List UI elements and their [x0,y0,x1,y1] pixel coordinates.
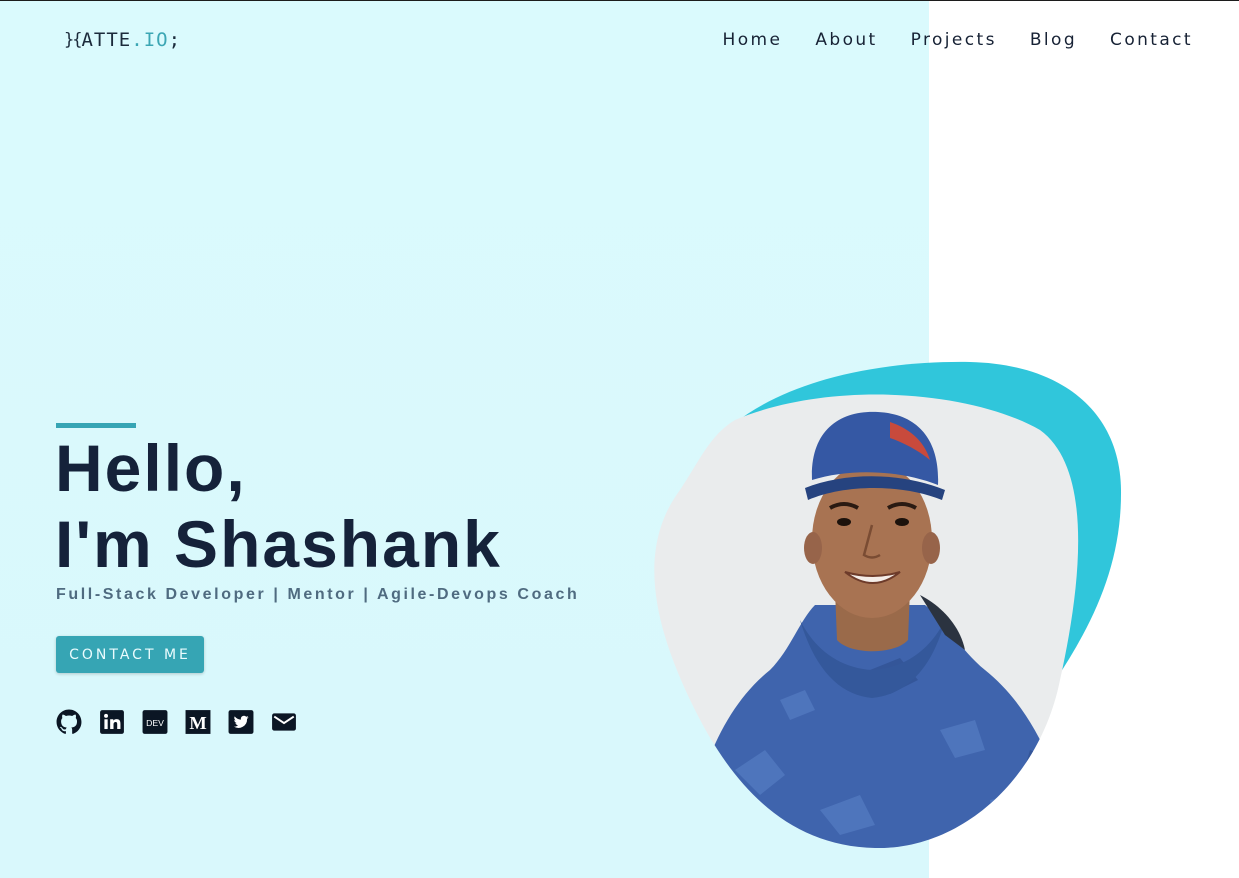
logo-semicolon: ; [168,29,182,51]
logo-dot: . [131,29,144,51]
nav-home[interactable]: Home [723,30,783,50]
hero-greeting: Hello, [55,431,247,505]
medium-icon[interactable]: M [185,709,211,735]
nav-projects[interactable]: Projects [911,30,997,50]
profile-portrait [654,361,1122,849]
medium-icon-text: M [189,713,206,733]
hero-heading: Hello, I'm Shashank [55,430,502,582]
hero-subtitle: Full-Stack Developer | Mentor | Agile-De… [56,586,580,603]
dev-icon-text: DEV [146,718,164,728]
contact-me-button[interactable]: CONTACT ME [56,636,204,673]
email-icon[interactable] [271,709,297,735]
twitter-icon[interactable] [228,709,254,735]
logo-bracket: }{ [64,30,83,50]
dev-icon[interactable]: DEV [142,709,168,735]
nav-blog[interactable]: Blog [1030,30,1077,50]
github-icon[interactable] [56,709,82,735]
logo-tld: IO [143,29,169,51]
hero-name: I'm Shashank [55,507,502,581]
site-logo[interactable]: }{ATTE. IO; [64,27,181,53]
logo-brand: ATTE [81,29,132,51]
nav-about[interactable]: About [815,30,877,50]
heading-accent-line [56,423,136,428]
social-links: DEV M [56,709,297,735]
linkedin-icon[interactable] [99,709,125,735]
nav-contact[interactable]: Contact [1110,30,1193,50]
main-nav: Home About Projects Blog Contact [723,30,1193,50]
